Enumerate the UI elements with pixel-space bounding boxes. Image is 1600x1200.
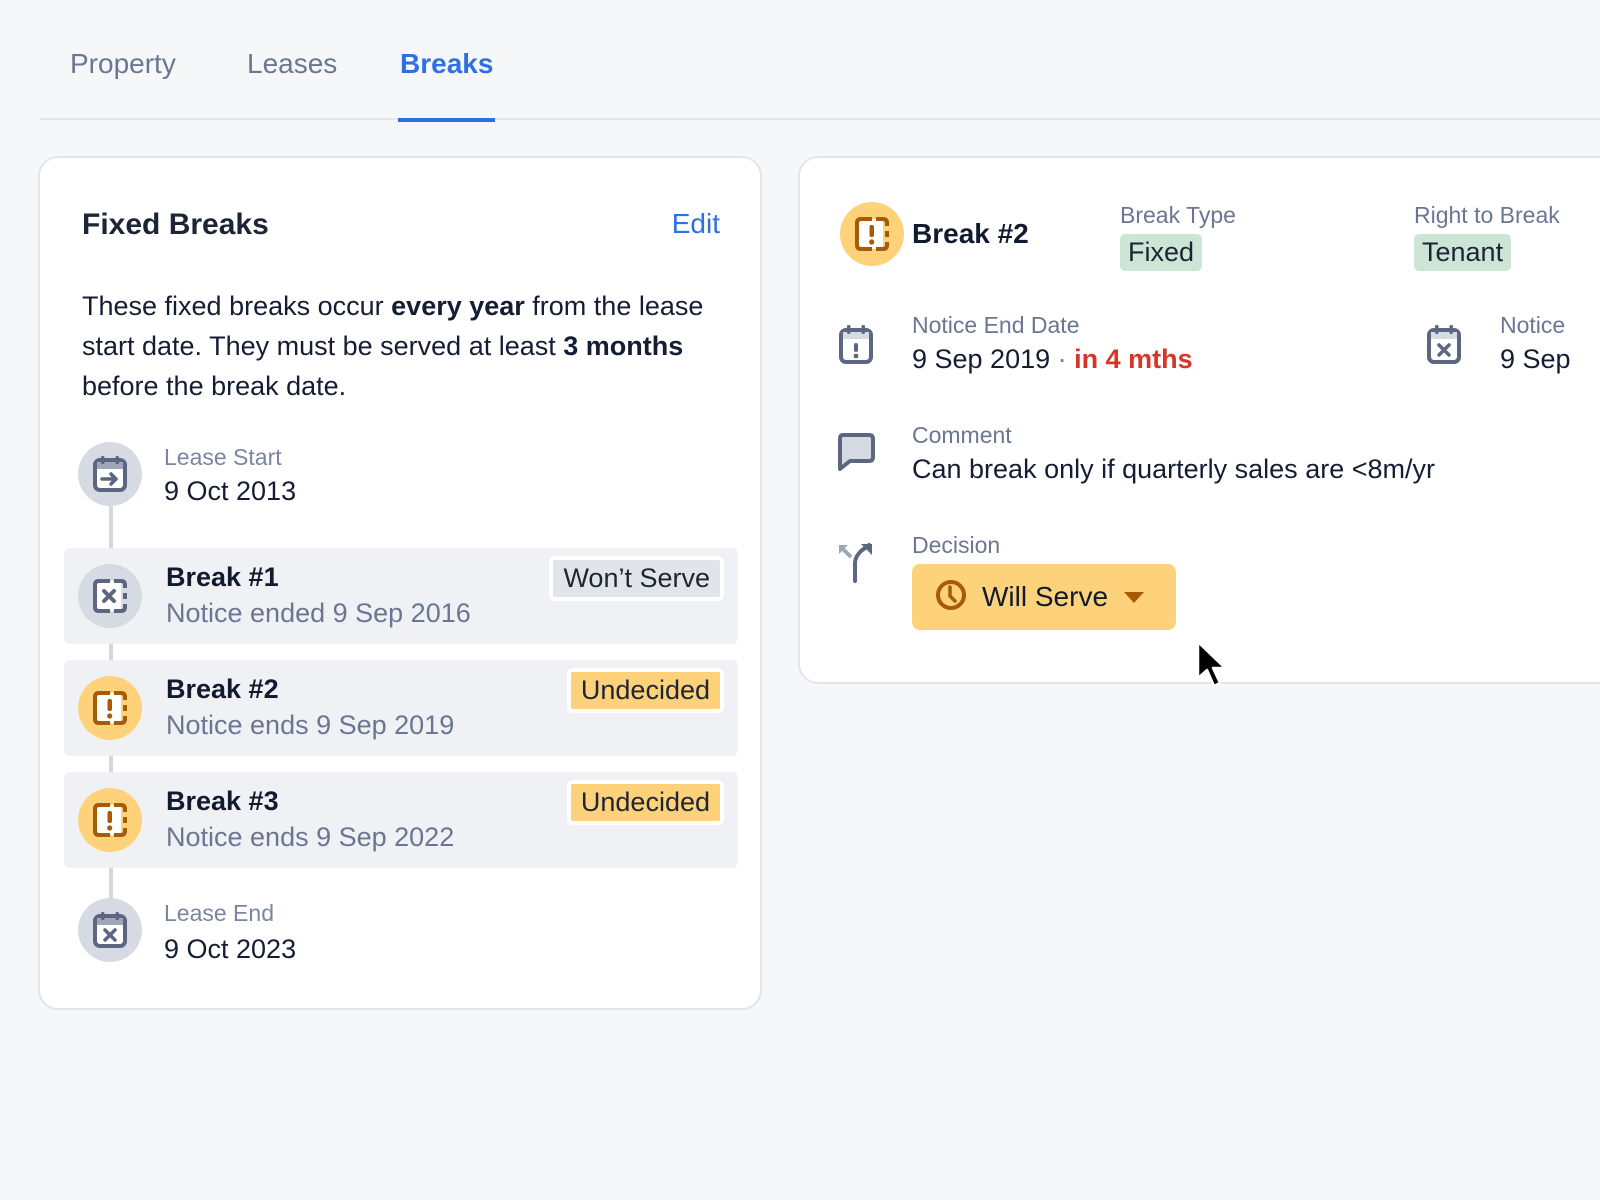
separator: · bbox=[1057, 344, 1067, 374]
description-emphasis: 3 months bbox=[563, 331, 684, 361]
calendar-x-icon bbox=[1420, 320, 1468, 368]
calendar-arrow-icon bbox=[78, 442, 142, 506]
right-to-break-label: Right to Break bbox=[1414, 202, 1560, 228]
lease-start-label: Lease Start bbox=[164, 444, 282, 470]
lease-end-label: Lease End bbox=[164, 900, 274, 926]
right-to-break-value: Tenant bbox=[1414, 234, 1512, 271]
break-cross-icon bbox=[78, 564, 142, 628]
decision-fork-icon bbox=[832, 538, 880, 586]
clock-icon bbox=[934, 578, 968, 617]
status-badge: Undecided bbox=[566, 780, 724, 825]
break-alert-icon bbox=[78, 788, 142, 852]
break-alert-icon bbox=[78, 676, 142, 740]
break-row[interactable]: Break #1 Notice ended 9 Sep 2016 Won’t S… bbox=[64, 548, 738, 644]
decision-label: Decision bbox=[912, 532, 1001, 558]
notice-value: 9 Sep bbox=[1500, 344, 1571, 374]
notice-end-date: 9 Sep 2019 bbox=[912, 344, 1051, 374]
break-subtitle: Notice ends 9 Sep 2019 bbox=[166, 710, 455, 740]
break-detail-card: Break #2 Break Type Fixed Right to Break… bbox=[798, 156, 1600, 684]
decision-selected-value: Will Serve bbox=[982, 581, 1109, 612]
break-subtitle: Notice ends 9 Sep 2022 bbox=[166, 822, 455, 852]
tab-bar: Property Leases Breaks bbox=[40, 0, 1600, 122]
status-badge: Undecided bbox=[566, 668, 724, 713]
break-title: Break #3 bbox=[166, 786, 279, 816]
lease-start-date: 9 Oct 2013 bbox=[164, 476, 297, 506]
calendar-x-icon bbox=[78, 898, 142, 962]
tab-leases[interactable]: Leases bbox=[247, 48, 337, 120]
break-title: Break #1 bbox=[166, 562, 279, 592]
calendar-alert-icon bbox=[832, 320, 880, 368]
break-type-label: Break Type bbox=[1120, 202, 1236, 228]
break-alert-icon bbox=[840, 202, 904, 266]
description: These fixed breaks occur every year from… bbox=[82, 286, 722, 406]
break-subtitle: Notice ended 9 Sep 2016 bbox=[166, 598, 471, 628]
description-text: These fixed breaks occur bbox=[82, 291, 392, 321]
description-emphasis: every year bbox=[391, 291, 525, 321]
tab-breaks[interactable]: Breaks bbox=[397, 48, 496, 122]
break-row[interactable]: Break #3 Notice ends 9 Sep 2022 Undecide… bbox=[64, 772, 738, 868]
decision-dropdown[interactable]: Will Serve bbox=[912, 564, 1176, 630]
tab-property[interactable]: Property bbox=[70, 48, 176, 120]
comment-value: Can break only if quarterly sales are <8… bbox=[912, 454, 1435, 484]
relative-time: in 4 mths bbox=[1074, 344, 1193, 374]
comment-icon bbox=[832, 428, 880, 476]
break-row[interactable]: Break #2 Notice ends 9 Sep 2019 Undecide… bbox=[64, 660, 738, 756]
edit-button[interactable]: Edit bbox=[672, 208, 720, 240]
timeline-lease-start: Lease Start 9 Oct 2013 bbox=[62, 426, 736, 522]
break-title: Break #2 bbox=[166, 674, 279, 704]
status-badge: Won’t Serve bbox=[549, 556, 724, 601]
timeline-lease-end: Lease End 9 Oct 2023 bbox=[62, 882, 736, 978]
mouse-cursor-icon bbox=[1196, 640, 1228, 697]
break-detail-title: Break #2 bbox=[912, 218, 1029, 249]
comment-label: Comment bbox=[912, 422, 1012, 448]
break-type-value: Fixed bbox=[1120, 234, 1203, 271]
notice-end-date-label: Notice End Date bbox=[912, 312, 1080, 338]
lease-end-date: 9 Oct 2023 bbox=[164, 934, 297, 964]
notice-label: Notice bbox=[1500, 312, 1566, 338]
notice-end-date-value: 9 Sep 2019 · in 4 mths bbox=[912, 344, 1193, 375]
description-text: before the break date. bbox=[82, 371, 347, 401]
chevron-down-icon bbox=[1124, 591, 1145, 603]
card-title: Fixed Breaks bbox=[82, 208, 269, 241]
